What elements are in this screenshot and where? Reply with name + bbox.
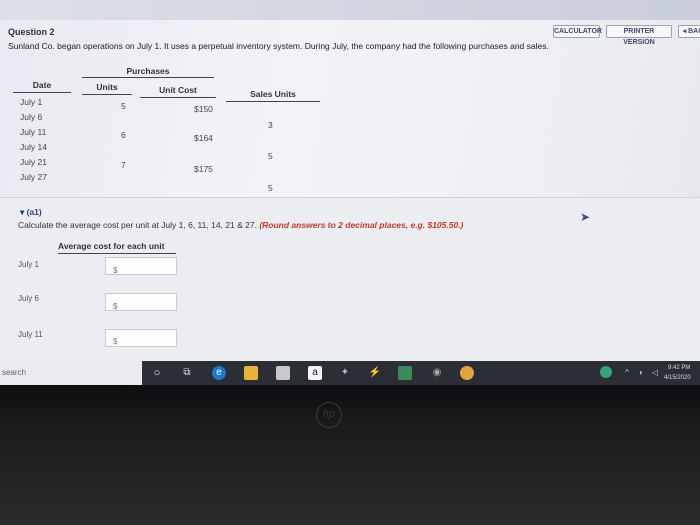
store-icon[interactable] bbox=[276, 366, 290, 380]
task-view-icon[interactable]: ⧉ bbox=[180, 366, 194, 380]
question-text: Sunland Co. began operations on July 1. … bbox=[8, 41, 549, 51]
part-a1-prompt: Calculate the average cost per unit at J… bbox=[18, 220, 463, 230]
row-date: July 6 bbox=[20, 112, 43, 122]
chrome-icon[interactable] bbox=[460, 366, 474, 380]
edge-icon[interactable]: e bbox=[212, 366, 226, 380]
browser-screen: CALCULATOR PRINTER VERSION ◂ BAC Questio… bbox=[0, 0, 700, 385]
dollar-sign: $ bbox=[113, 266, 118, 275]
row-date: July 1 bbox=[20, 97, 43, 107]
row-date: July 27 bbox=[20, 172, 47, 182]
hp-logo: hp bbox=[316, 402, 342, 428]
laptop-bezel bbox=[0, 385, 700, 525]
printer-version-button[interactable]: PRINTER VERSION bbox=[606, 25, 672, 46]
row-sales: 5 bbox=[268, 151, 273, 161]
clock-date[interactable]: 4/15/2020 bbox=[664, 375, 691, 381]
taskbar-search[interactable]: search bbox=[0, 361, 142, 385]
back-button[interactable]: ◂ BAC bbox=[678, 25, 700, 38]
row-unit-cost: $175 bbox=[194, 164, 213, 174]
clock-time[interactable]: 9:42 PM bbox=[668, 365, 690, 371]
row-units: 6 bbox=[121, 130, 126, 140]
calculator-button[interactable]: CALCULATOR bbox=[553, 25, 602, 38]
row-units: 7 bbox=[121, 160, 126, 170]
app-icon[interactable]: ◉ bbox=[430, 366, 444, 380]
question-title: Question 2 bbox=[8, 27, 55, 37]
dollar-sign: $ bbox=[113, 337, 118, 346]
rounding-hint: (Round answers to 2 decimal places, e.g.… bbox=[259, 220, 464, 230]
row-units: 5 bbox=[121, 101, 126, 111]
answer-label-july-1: July 1 bbox=[18, 260, 39, 269]
sales-units-header: Sales Units bbox=[226, 89, 320, 102]
wifi-icon[interactable]: ◗ bbox=[634, 366, 648, 380]
dropbox-icon[interactable]: ✦ bbox=[338, 366, 352, 380]
mail-icon[interactable] bbox=[398, 366, 412, 380]
row-sales: 5 bbox=[268, 183, 273, 193]
part-a1-toggle[interactable]: ▾ (a1) bbox=[20, 207, 42, 218]
average-cost-header: Average cost for each unit bbox=[58, 241, 176, 254]
row-sales: 3 bbox=[268, 120, 273, 130]
tray-expand-icon[interactable]: ^ bbox=[620, 366, 634, 380]
cortana-icon[interactable]: ○ bbox=[150, 366, 164, 380]
top-bar bbox=[0, 0, 700, 20]
answer-label-july-11: July 11 bbox=[18, 330, 43, 339]
row-date: July 21 bbox=[20, 157, 47, 167]
volume-icon[interactable]: ◁ bbox=[648, 366, 662, 380]
row-date: July 11 bbox=[20, 127, 47, 137]
dollar-sign: $ bbox=[113, 302, 118, 311]
answer-label-july-6: July 6 bbox=[18, 294, 39, 303]
amazon-icon[interactable]: a bbox=[308, 366, 322, 380]
row-unit-cost: $164 bbox=[194, 133, 213, 143]
purchases-header: Purchases bbox=[82, 66, 214, 78]
mouse-cursor-icon: ➤ bbox=[580, 210, 591, 224]
units-header: Units bbox=[82, 82, 132, 95]
prompt-text: Calculate the average cost per unit at J… bbox=[18, 220, 257, 230]
date-header: Date bbox=[13, 80, 71, 93]
row-date: July 14 bbox=[20, 142, 47, 152]
tray-app-icon[interactable] bbox=[600, 366, 612, 378]
file-explorer-icon[interactable] bbox=[244, 366, 258, 380]
row-unit-cost: $150 bbox=[194, 104, 213, 114]
unit-cost-header: Unit Cost bbox=[140, 85, 216, 98]
messenger-icon[interactable]: ⚡ bbox=[368, 366, 382, 380]
